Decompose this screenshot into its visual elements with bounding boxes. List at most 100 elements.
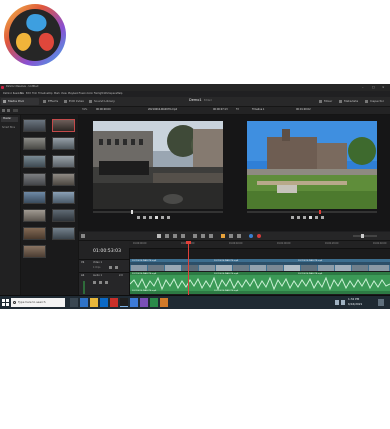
timeline-name[interactable]: Timeline 1 xyxy=(252,108,264,111)
go-to-start-icon[interactable] xyxy=(137,216,140,219)
media-clip-thumbnail[interactable] xyxy=(23,155,46,168)
audio-clip-strip[interactable] xyxy=(130,272,390,294)
media-clip-thumbnail[interactable] xyxy=(52,173,75,186)
notification-icon[interactable] xyxy=(378,299,384,306)
menu-trim[interactable]: Trim xyxy=(32,92,37,95)
linked-selection-icon[interactable] xyxy=(229,234,233,238)
app-icon[interactable] xyxy=(150,298,158,307)
reverse-play-icon[interactable] xyxy=(143,216,146,219)
timeline-zoom[interactable]: Fit xyxy=(236,108,239,111)
app-icon[interactable] xyxy=(160,298,168,307)
reverse-play-icon[interactable] xyxy=(297,216,300,219)
media-clip-thumbnail[interactable] xyxy=(23,245,46,258)
timeline-ruler[interactable]: 01:00:00:00 01:00:20:00 01:00:40:00 01:0… xyxy=(129,241,390,249)
loop-icon[interactable] xyxy=(321,216,324,219)
taskbar-time[interactable]: 1:32 PM xyxy=(348,298,359,301)
taskbar-date[interactable]: 6/16/2021 xyxy=(348,302,362,306)
go-to-end-icon[interactable] xyxy=(315,216,318,219)
media-clip-thumbnail[interactable] xyxy=(23,227,46,240)
dynamic-trim-icon[interactable] xyxy=(173,234,177,238)
source-clip-name[interactable]: 20210616-WA0076.mp4 xyxy=(148,108,177,111)
windows-start-icon[interactable] xyxy=(2,299,9,306)
mail-icon[interactable] xyxy=(110,298,118,307)
source-zoom[interactable]: 31% xyxy=(82,108,87,111)
chrome-icon[interactable] xyxy=(130,298,138,307)
close-button[interactable]: × xyxy=(382,86,385,89)
zoom-slider-handle[interactable] xyxy=(361,234,364,238)
media-clip-thumbnail[interactable] xyxy=(52,137,75,150)
tab-mixer[interactable]: Mixer xyxy=(318,98,336,105)
position-lock-icon[interactable] xyxy=(237,234,241,238)
smart-bins-label[interactable]: Smart Bins xyxy=(2,126,15,129)
sort-icon[interactable] xyxy=(13,109,18,112)
edge-browser-icon[interactable] xyxy=(80,298,88,307)
menu-edit[interactable]: Edit xyxy=(26,92,31,95)
snapping-icon[interactable] xyxy=(221,234,225,238)
tab-effects[interactable]: Effects xyxy=(42,98,62,105)
list-view-icon[interactable] xyxy=(2,109,5,112)
audio-track-header[interactable]: A1 Audio 1 2.0 xyxy=(79,272,129,296)
media-clip-thumbnail[interactable] xyxy=(52,209,75,222)
menu-view[interactable]: View xyxy=(61,92,67,95)
task-view-icon[interactable] xyxy=(70,298,78,307)
tab-media-pool[interactable]: Media Pool xyxy=(1,98,39,105)
media-clip-thumbnail[interactable] xyxy=(23,191,46,204)
grid-view-icon[interactable] xyxy=(7,109,10,112)
menu-mark[interactable]: Mark xyxy=(54,92,60,95)
menu-workspace[interactable]: Workspace xyxy=(104,92,117,95)
network-icon[interactable] xyxy=(335,300,339,305)
lock-track-icon[interactable] xyxy=(109,266,112,269)
davinci-resolve-taskbar-icon[interactable] xyxy=(120,298,128,307)
tab-sound-library[interactable]: Sound Library xyxy=(88,98,118,105)
play-icon[interactable] xyxy=(155,216,158,219)
tab-edit-index[interactable]: Edit Index xyxy=(63,98,87,105)
video-track-header[interactable]: V1 Video 1 4 Clips xyxy=(79,259,129,272)
media-clip-thumbnail[interactable] xyxy=(23,173,46,186)
media-clip-thumbnail[interactable] xyxy=(23,137,46,150)
tab-metadata[interactable]: Metadata xyxy=(338,98,362,105)
store-icon[interactable] xyxy=(100,298,108,307)
minimize-button[interactable]: – xyxy=(362,86,364,89)
playhead-handle[interactable] xyxy=(186,241,191,244)
timeline-viewer[interactable] xyxy=(247,121,377,209)
tab-inspector[interactable]: Inspector xyxy=(364,98,389,105)
menu-clip[interactable]: Clip xyxy=(48,92,53,95)
app-icon[interactable] xyxy=(140,298,148,307)
video-clip-strip[interactable] xyxy=(130,259,390,271)
replace-clip-icon[interactable] xyxy=(209,234,213,238)
media-clip-thumbnail[interactable] xyxy=(52,155,75,168)
play-icon[interactable] xyxy=(309,216,312,219)
taskbar-search-box[interactable]: Type here to search xyxy=(11,298,65,307)
timeline-playhead[interactable] xyxy=(188,241,189,295)
selection-tool-icon[interactable] xyxy=(157,234,161,238)
mute-icon[interactable] xyxy=(105,281,108,284)
menu-help[interactable]: Help xyxy=(117,92,122,95)
maximize-button[interactable]: □ xyxy=(372,86,375,89)
menu-fairlight[interactable]: Fairlight xyxy=(94,92,104,95)
media-clip-thumbnail[interactable] xyxy=(52,191,75,204)
trim-tool-icon[interactable] xyxy=(165,234,169,238)
stop-icon[interactable] xyxy=(149,216,152,219)
marker-icon[interactable] xyxy=(257,234,261,238)
auto-select-icon[interactable] xyxy=(115,266,118,269)
menu-file[interactable]: File xyxy=(20,92,24,95)
loop-icon[interactable] xyxy=(167,216,170,219)
lock-track-icon[interactable] xyxy=(93,281,96,284)
menu-playback[interactable]: Playback xyxy=(68,92,79,95)
go-to-start-icon[interactable] xyxy=(291,216,294,219)
insert-clip-icon[interactable] xyxy=(193,234,197,238)
menu-fusion[interactable]: Fusion xyxy=(79,92,87,95)
source-scrubber[interactable] xyxy=(93,211,223,213)
overwrite-clip-icon[interactable] xyxy=(201,234,205,238)
master-bin[interactable]: Master xyxy=(1,117,18,122)
timeline-viewer-playhead[interactable] xyxy=(319,210,321,214)
timeline-scrubber[interactable] xyxy=(247,211,377,213)
media-clip-thumbnail[interactable] xyxy=(52,227,75,240)
go-to-end-icon[interactable] xyxy=(161,216,164,219)
source-viewer[interactable] xyxy=(93,121,223,209)
media-clip-thumbnail[interactable] xyxy=(23,209,46,222)
media-clip-thumbnail[interactable] xyxy=(52,119,75,132)
flag-icon[interactable] xyxy=(249,234,253,238)
source-playhead[interactable] xyxy=(131,210,133,214)
menu-color[interactable]: Color xyxy=(87,92,93,95)
